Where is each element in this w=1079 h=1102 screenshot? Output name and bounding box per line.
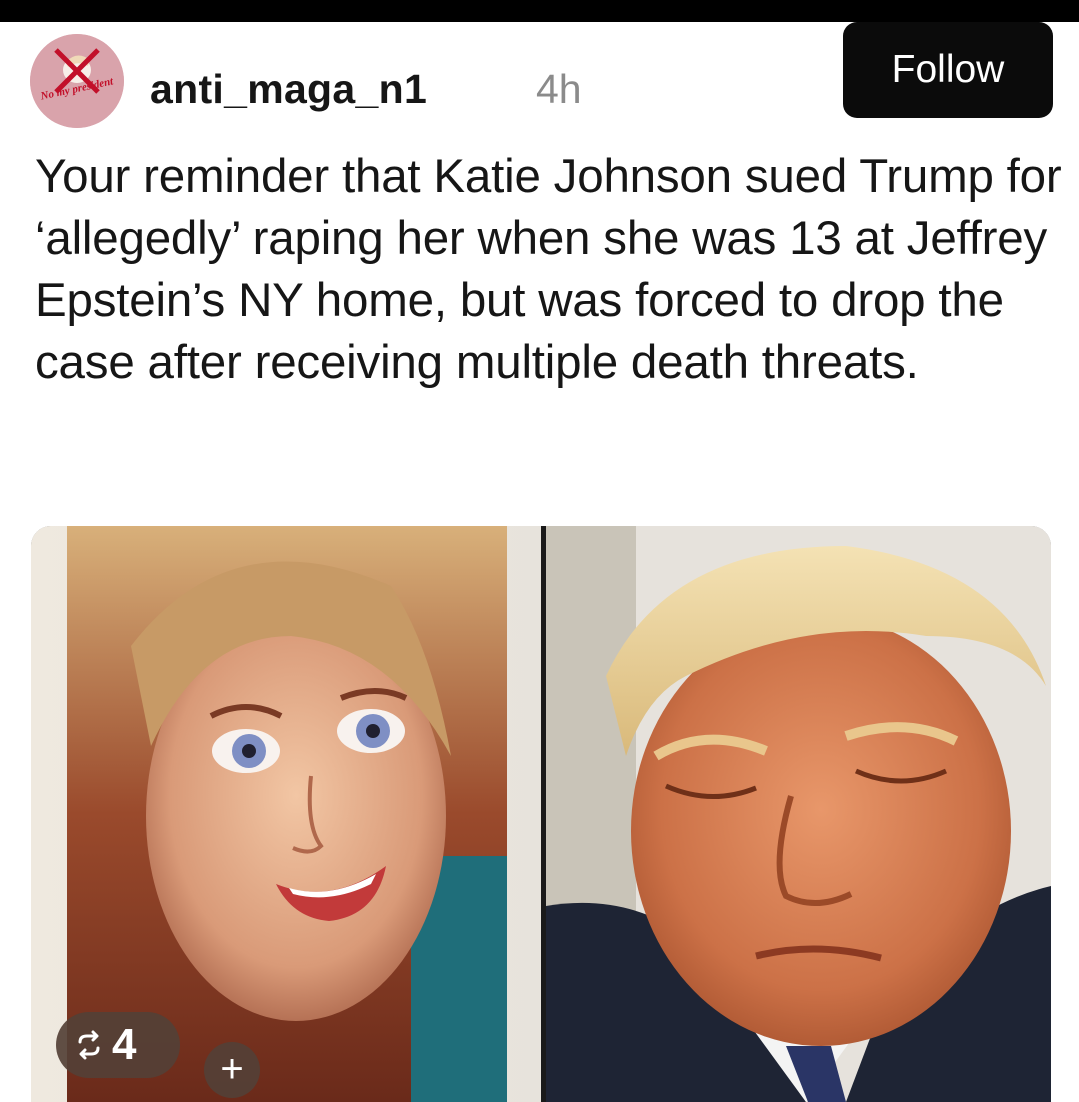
post-header: No my president anti_maga_n1 4h Follow	[0, 22, 1079, 132]
follow-button[interactable]: Follow	[843, 22, 1053, 118]
post-card: No my president anti_maga_n1 4h Follow Y…	[0, 22, 1079, 1102]
repost-count-badge[interactable]: 4	[56, 1012, 180, 1078]
post-media[interactable]	[31, 526, 1051, 1102]
avatar[interactable]: No my president	[30, 34, 124, 128]
add-button[interactable]: +	[204, 1042, 260, 1098]
status-bar	[0, 0, 1079, 22]
repost-count: 4	[112, 1020, 137, 1069]
post-timestamp: 4h	[536, 66, 582, 112]
post-body-text: Your reminder that Katie Johnson sued Tr…	[35, 150, 1062, 389]
portrait-man-image	[546, 526, 1051, 1102]
repost-icon	[78, 1030, 100, 1060]
post-username[interactable]: anti_maga_n1	[150, 64, 427, 114]
photo-right[interactable]	[546, 526, 1051, 1102]
